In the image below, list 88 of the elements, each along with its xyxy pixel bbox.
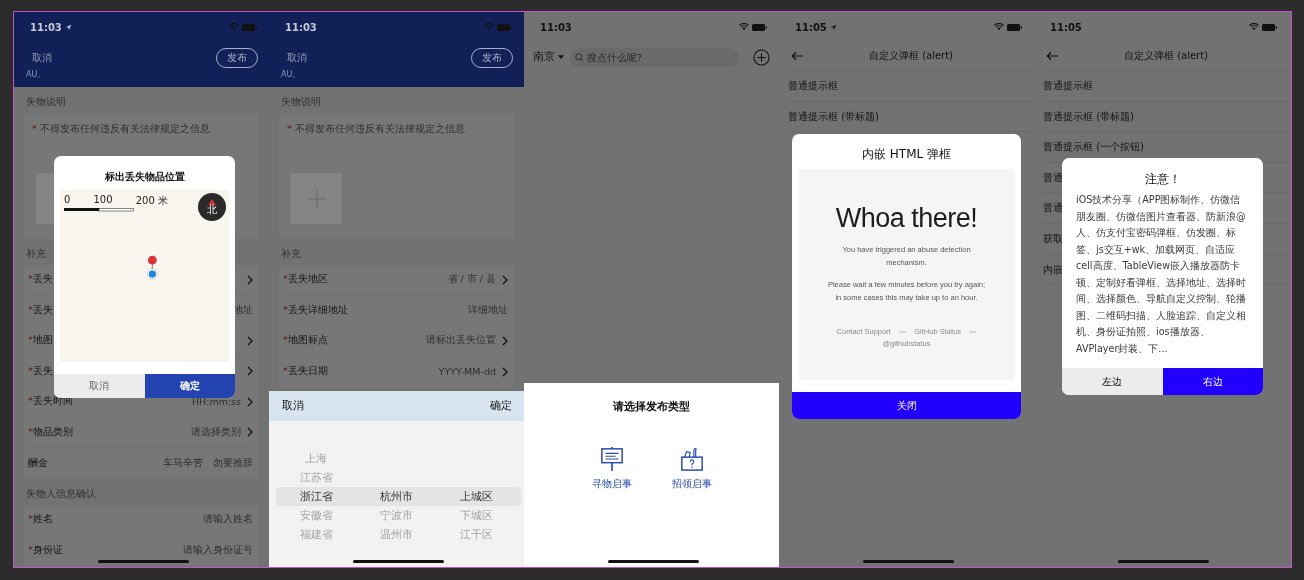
publish-type-option[interactable]: 招领启事 [671, 446, 712, 491]
field-label: 酬金 [28, 456, 48, 470]
picker-option[interactable]: 上城区 [460, 487, 494, 506]
notice-text: * 不得发布任何违反有关法律规定之信息 [32, 123, 211, 136]
list-item[interactable]: 普通提示框 [1043, 71, 1289, 102]
dialog-button[interactable]: 关闭 [792, 392, 1021, 419]
publish-type-option[interactable]: 寻物启事 [591, 446, 632, 491]
field-label: *地图标点 [283, 334, 328, 348]
field-label: *姓名 [28, 512, 53, 526]
compass-label: 北 [207, 205, 217, 215]
picker-option[interactable]: 下城区 [460, 506, 494, 525]
header-note: AU。 [26, 69, 46, 80]
status-time: 11:03 [285, 21, 317, 33]
header-note: AU。 [281, 69, 301, 80]
web-heading: Whoa there! [834, 203, 979, 234]
wifi-icon [229, 23, 239, 31]
status-time: 11:03 [540, 21, 572, 33]
picker-option[interactable]: 宁波市 [380, 506, 413, 525]
description-field[interactable]: * 不得发布任何违反有关法律规定之信息 [279, 113, 514, 239]
scale-label: 100 [93, 194, 113, 207]
confirm-button[interactable]: 确定 [490, 399, 512, 413]
cancel-button[interactable]: 取消 [32, 51, 52, 65]
dialog-button[interactable]: 右边 [1162, 368, 1263, 395]
list-item[interactable]: 普通提示框 (带标题) [1043, 101, 1289, 133]
add-circle-icon[interactable] [753, 48, 770, 66]
dialog-title: 注意！ [1143, 171, 1182, 188]
field-value[interactable]: 请输入身份证号 [183, 543, 253, 557]
picker-option[interactable]: 浙江省 [299, 487, 333, 506]
dialog-title: 标出丢失物品位置 [103, 170, 186, 184]
status-time: 11:05 [795, 21, 827, 33]
dialog-button[interactable]: 左边 [1062, 368, 1163, 395]
battery-icon [752, 23, 767, 31]
notice-text: * 不得发布任何违反有关法律规定之信息 [287, 123, 466, 136]
field-value[interactable]: 请输入姓名 [203, 512, 253, 526]
cancel-button[interactable]: 取消 [282, 399, 304, 413]
north-arrow-icon [208, 199, 216, 205]
picker-option[interactable]: 上海 [305, 449, 328, 468]
picker-option[interactable]: 安徽省 [299, 506, 333, 525]
scale-label: 0 [64, 194, 71, 207]
field-label: *身份证 [28, 543, 63, 557]
field-label: *丢失 [28, 303, 53, 317]
field-label: *丢失 [28, 364, 53, 378]
field-value[interactable]: 请选择类别 [191, 425, 241, 439]
field-label: *丢失日期 [283, 365, 328, 379]
sheet-title: 请选择发布类型 [612, 399, 691, 414]
field-label: *丢失详细地址 [283, 303, 348, 317]
scale-label: 200 米 [135, 194, 168, 208]
status-time: 11:05 [1050, 21, 1082, 33]
field-value[interactable]: YYYY-MM-dd [438, 366, 496, 378]
confirm-button[interactable]: 确定 [144, 374, 235, 398]
field-value[interactable]: HH:mm:ss [191, 396, 241, 408]
wifi-icon [739, 23, 749, 31]
wifi-icon [994, 23, 1004, 31]
cancel-button[interactable]: 取消 [287, 51, 307, 65]
picker-option[interactable]: 江苏省 [299, 468, 333, 487]
map[interactable]: 0 100 200 米 北 [60, 190, 229, 362]
picker-option[interactable]: 江干区 [460, 525, 494, 544]
city-dropdown[interactable]: 南京 [533, 50, 564, 64]
compass[interactable]: 北 [198, 193, 226, 221]
status-time: 11:03 [30, 21, 62, 33]
field-label: *地图 [28, 334, 53, 348]
box-icon [679, 446, 704, 472]
battery-icon [1262, 23, 1277, 31]
field-label: *物品类别 [28, 425, 73, 439]
search-icon [575, 52, 584, 62]
field-label: *丢失地区 [283, 273, 328, 287]
picker-option[interactable]: 福建省 [299, 525, 333, 544]
nav-title: 自定义弹框 (alert) [1123, 49, 1209, 63]
picker-option[interactable]: 杭州市 [380, 487, 413, 506]
battery-icon [497, 23, 512, 31]
wifi-icon [484, 23, 494, 31]
cancel-button[interactable]: 取消 [54, 374, 145, 398]
back-arrow-icon[interactable] [791, 51, 804, 61]
wifi-icon [1249, 23, 1259, 31]
signboard-icon [599, 446, 624, 472]
field-label: *丢失 [28, 273, 53, 287]
back-arrow-icon[interactable] [1046, 51, 1059, 61]
search-field[interactable]: 搜点什么呢? [570, 47, 739, 67]
nav-title: 自定义弹框 (alert) [868, 49, 954, 63]
field-value[interactable]: 车马辛苦 勿要推辞 [163, 456, 253, 470]
field-value[interactable]: 省 / 市 / 县 [447, 273, 496, 287]
dialog-message: iOS技术分享（APP图标制作、仿微信朋友圈、仿微信图片查看器、防新浪@人、仿支付宝密码弹框、仿发圈、标签、js交互+wk、加载网页、自适应cell高度、TableView嵌入播放器防卡顿、定制好看弹框、选择地址、选择时间、选择颜色、导航自定义控制、轮播图、二维码扫描、人脸追踪、自定义相机、身份证拍照、ios播放器、AVPlayer封装、下... [1075, 193, 1247, 356]
caret-icon [558, 55, 564, 59]
dialog-title: 内嵌 HTML 弹框 [861, 146, 952, 163]
battery-icon [242, 23, 257, 31]
picker-option[interactable]: 温州市 [380, 525, 413, 544]
battery-icon [1007, 23, 1022, 31]
scale-ruler-icon [64, 208, 134, 212]
